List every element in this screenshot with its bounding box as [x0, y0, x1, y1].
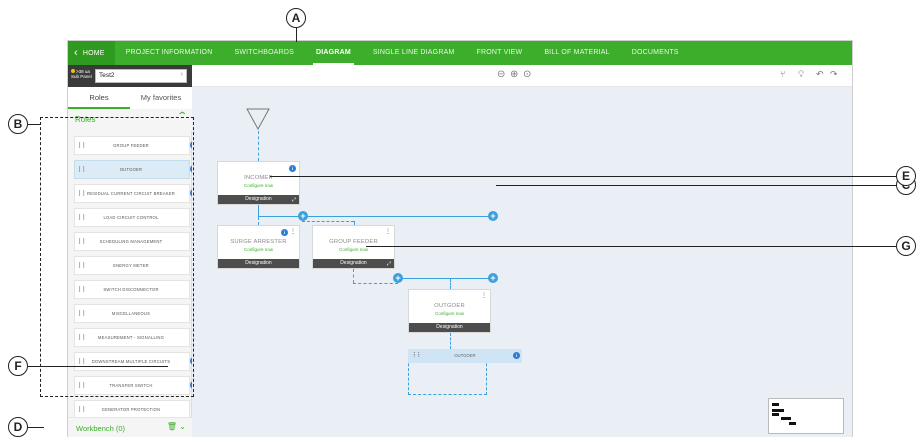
callout-f: F: [8, 356, 28, 376]
configure-link[interactable]: Configure now: [218, 183, 299, 188]
add-node-button[interactable]: +: [393, 273, 403, 283]
card-designation: Designation: [218, 259, 299, 268]
callout-c-leader: [496, 185, 896, 186]
minimap-node: [772, 413, 779, 416]
callout-f-leader: [28, 366, 168, 367]
wire-groupfeeder-down: [353, 269, 354, 283]
tree-icon[interactable]: ⑂: [780, 69, 785, 79]
add-node-button[interactable]: +: [488, 273, 498, 283]
callout-e: E: [896, 166, 916, 186]
lightbulb-icon[interactable]: 💡︎: [798, 69, 804, 80]
project-select[interactable]: Test2 ›: [95, 69, 187, 83]
callout-g: G: [896, 236, 916, 256]
trash-icon[interactable]: 🗑︎: [167, 422, 177, 431]
tab-my-favorites[interactable]: My favorites: [130, 87, 192, 109]
zoom-fit-icon[interactable]: ⊙: [523, 69, 531, 80]
card-group-feeder[interactable]: ⋮ GROUP FEEDER Configure now Designation…: [312, 225, 395, 269]
info-icon[interactable]: i: [289, 165, 296, 172]
nav-home-label: HOME: [82, 49, 105, 57]
nav-bill-of-material[interactable]: BILL OF MATERIAL: [533, 41, 620, 65]
card-designation: Designation: [313, 259, 394, 268]
project-badge: >38 ua Sub Panel: [71, 69, 92, 80]
project-badge-sub: Sub Panel: [71, 74, 92, 80]
redo-icon[interactable]: ↷: [830, 69, 838, 80]
sidebar-tabs: Roles My favorites: [68, 87, 192, 109]
configure-link[interactable]: Configure now: [409, 311, 490, 316]
info-icon[interactable]: i: [513, 352, 520, 359]
card-title: GROUP FEEDER: [329, 239, 378, 245]
workbench-panel[interactable]: Workbench (0) 🗑︎ ⌄: [68, 417, 192, 437]
zoom-out-icon[interactable]: ⊝: [497, 69, 505, 80]
role-label: GENERATOR PROTECTION: [101, 407, 161, 412]
project-name: Test2: [99, 72, 115, 79]
wire-dashed-branch: [302, 221, 354, 222]
configure-link[interactable]: Configure now: [218, 247, 299, 252]
chevron-left-icon: ‹: [74, 46, 78, 59]
tab-roles[interactable]: Roles: [68, 87, 130, 109]
callout-a-leader: [296, 28, 297, 42]
add-node-button[interactable]: +: [488, 211, 498, 221]
diagram-canvas[interactable]: ⊝ ⊕ ⊙ ⑂ 💡︎ ↶ ↷ i INCOMER Configure now D…: [192, 65, 852, 437]
minimap-node: [772, 409, 784, 412]
card-title: OUTGOER: [434, 303, 465, 309]
more-menu-icon[interactable]: ⋮: [385, 228, 391, 235]
configure-link[interactable]: Configure now: [313, 247, 394, 252]
drag-handle-icon[interactable]: ⠇⠇: [78, 406, 87, 414]
wire-dashed-surge: [258, 217, 259, 225]
minimap[interactable]: [768, 398, 844, 434]
wire-dashed-ghost: [450, 333, 451, 349]
zoom-in-icon[interactable]: ⊕: [510, 69, 518, 80]
top-navigation: ‹ HOME PROJECT INFORMATION SWITCHBOARDS …: [68, 41, 852, 65]
more-menu-icon[interactable]: ⋮: [290, 228, 296, 235]
source-triangle-icon: [246, 108, 270, 131]
minimap-node: [772, 403, 779, 406]
card-incomer[interactable]: i INCOMER Configure now Designation ⤢: [217, 161, 300, 205]
info-icon[interactable]: i: [281, 229, 288, 236]
chevron-down-icon[interactable]: ⌄: [179, 422, 186, 431]
workbench-label: Workbench (0): [76, 424, 126, 433]
card-outgoer[interactable]: ⋮ OUTGOER Configure now Designation: [408, 289, 491, 333]
nav-home-button[interactable]: ‹ HOME: [68, 41, 115, 65]
nav-project-information[interactable]: PROJECT INFORMATION: [115, 41, 224, 65]
card-surge-arrester[interactable]: i ⋮ SURGE ARRESTER Configure now Designa…: [217, 225, 300, 269]
card-title: SURGE ARRESTER: [230, 239, 287, 245]
wire-dashed-sub: [353, 283, 398, 284]
expand-icon[interactable]: ⤢: [387, 261, 391, 267]
canvas-toolbar: ⊝ ⊕ ⊙ ⑂ 💡︎ ↶ ↷: [192, 65, 852, 87]
project-bar: >38 ua Sub Panel Test2 ›: [68, 65, 192, 87]
add-node-button[interactable]: +: [298, 211, 308, 221]
busbar-main: [258, 216, 493, 217]
wire-source-incomer: [258, 131, 259, 161]
callout-b: B: [8, 114, 28, 134]
workbench-actions: 🗑︎ ⌄: [167, 422, 186, 431]
undo-icon[interactable]: ↶: [816, 69, 824, 80]
roles-highlight-box: [40, 117, 194, 397]
callout-g-leader: [366, 246, 896, 247]
dragged-role-label: OUTGOER: [454, 353, 476, 358]
nav-single-line-diagram[interactable]: SINGLE LINE DIAGRAM: [362, 41, 466, 65]
busbar-sub: [398, 278, 492, 279]
callout-d: D: [8, 417, 28, 437]
card-designation: Designation: [218, 195, 299, 204]
nav-switchboards[interactable]: SWITCHBOARDS: [223, 41, 305, 65]
minimap-node: [781, 417, 791, 420]
expand-icon[interactable]: ⤢: [292, 197, 296, 203]
more-menu-icon[interactable]: ⋮: [481, 292, 487, 299]
callout-b-leader: [28, 124, 40, 125]
nav-front-view[interactable]: FRONT VIEW: [465, 41, 533, 65]
callout-e-leader: [270, 176, 896, 177]
status-dot-icon: [71, 69, 75, 73]
callout-d-leader: [28, 427, 44, 428]
callout-a: A: [286, 8, 306, 28]
nav-diagram[interactable]: DIAGRAM: [305, 41, 362, 65]
card-designation: Designation: [409, 323, 490, 332]
wire-dashed-outgoer: [450, 279, 451, 289]
dragged-outgoer[interactable]: ⠇⠇ OUTGOER i: [408, 349, 522, 363]
nav-documents[interactable]: DOCUMENTS: [621, 41, 690, 65]
minimap-node: [789, 422, 796, 425]
chevron-right-icon: ›: [180, 71, 183, 78]
project-badge-value: >38 ua: [76, 69, 90, 74]
